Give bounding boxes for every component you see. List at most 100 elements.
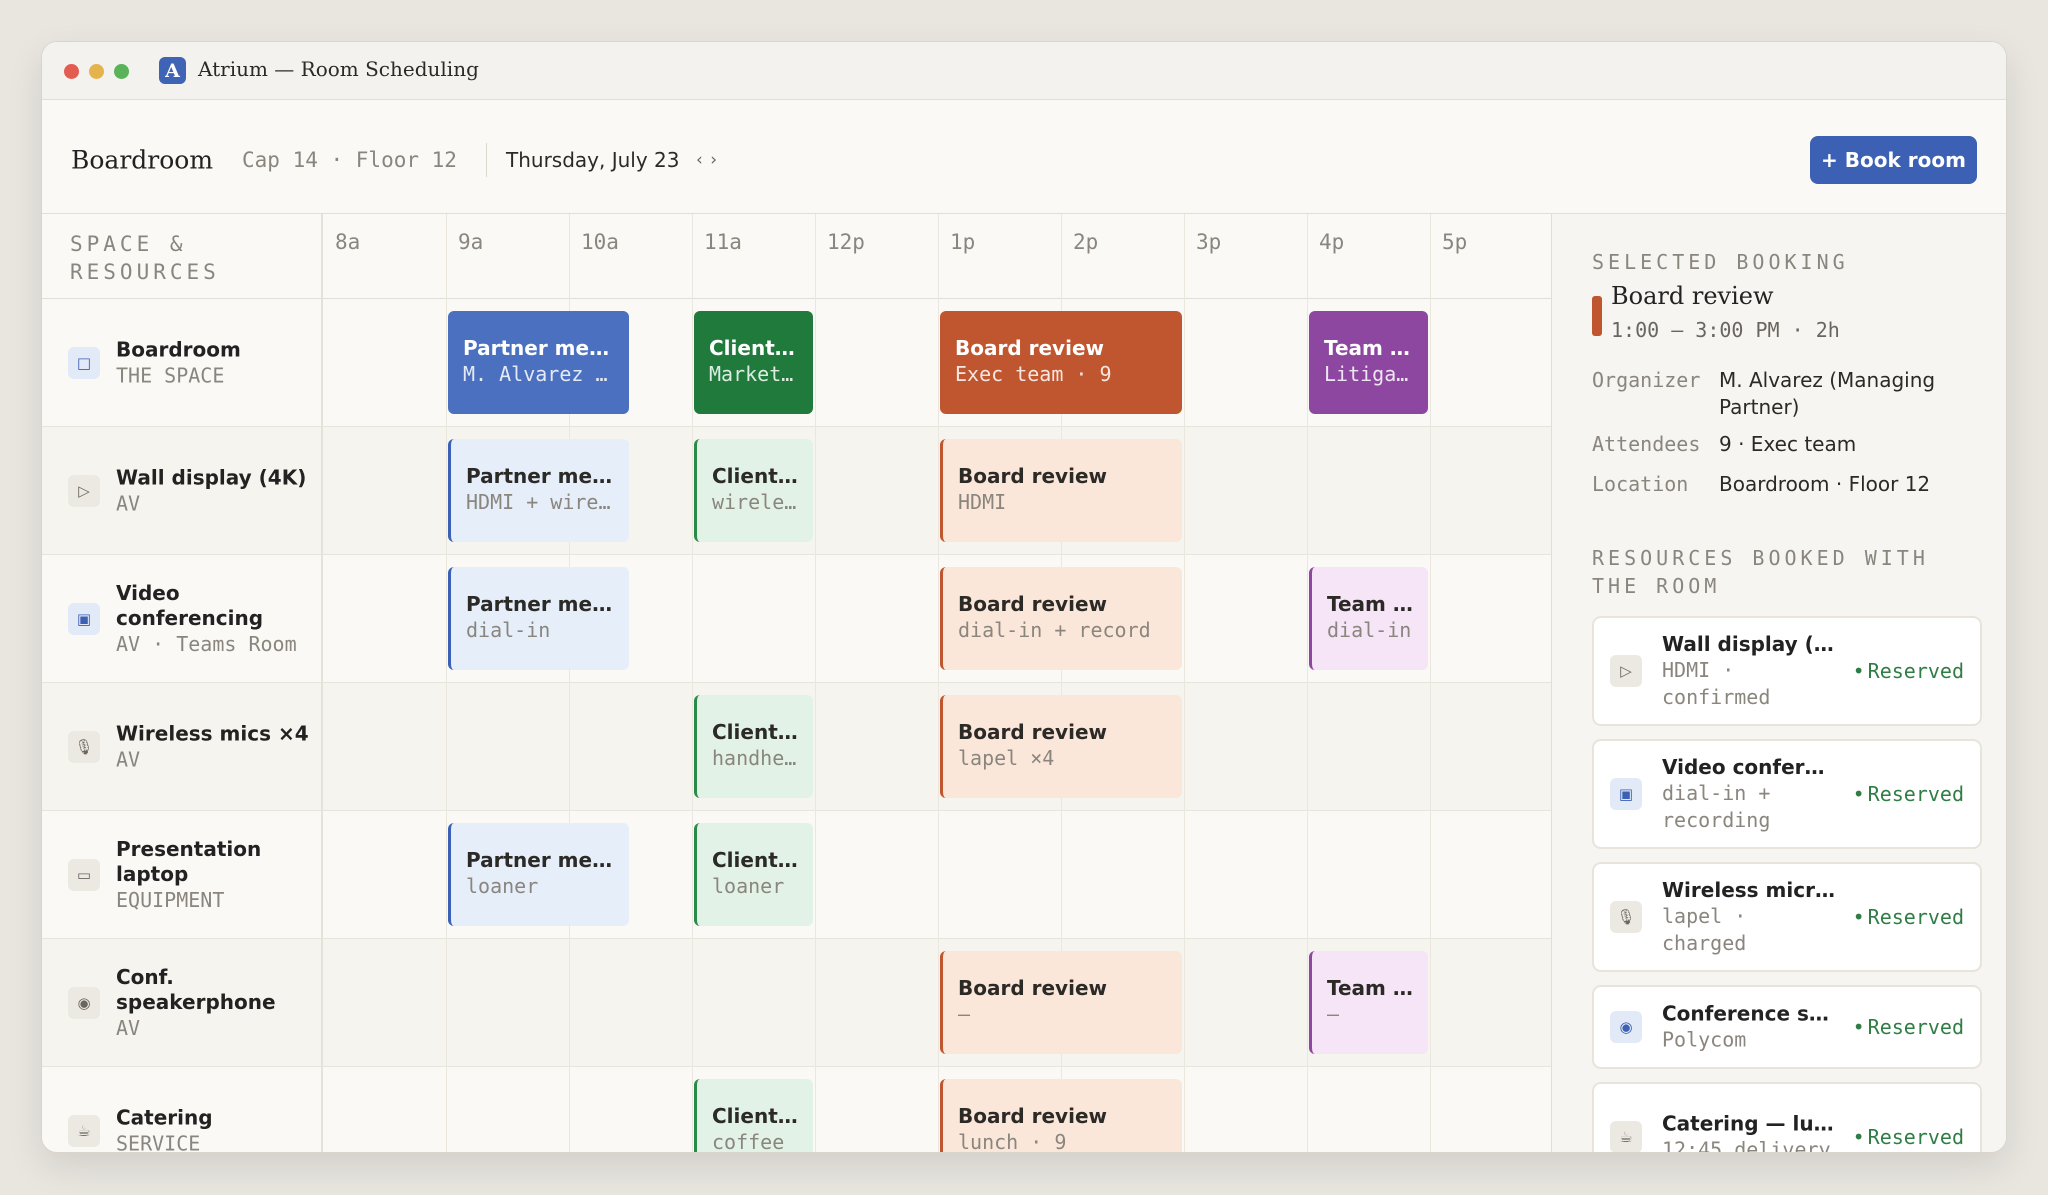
resource-label[interactable]: Catering SERVICE [116,1105,311,1153]
booking-block[interactable]: Board review lapel ×4 [940,695,1182,798]
resource-label[interactable]: Video conferencing AV · Teams Room [116,581,311,657]
booking-title: Client pitch [712,848,799,872]
booking-subtitle: handheld [712,746,799,770]
hour-label: 5p [1442,230,1468,254]
resource-card-text: Wall display (4K) HDMI · confirmed [1662,631,1837,711]
resource-card-text: Video conferencingdial-in + recording [1662,754,1837,834]
booking-title: Client pitch [712,1104,799,1128]
app-window: A Atrium — Room Scheduling Boardroom Cap… [41,41,2007,1153]
hour-gridline [1307,214,1308,1152]
resource-label[interactable]: Presentation laptop EQUIPMENT [116,837,311,913]
resources-column-header: SPACE & RESOURCES [70,232,220,284]
minimize-window-button[interactable] [89,64,104,79]
resource-category: AV [116,747,141,771]
booking-title: Team sync [1324,336,1414,360]
app-logo-icon: A [159,57,186,84]
status-badge: Reserved [1853,1015,1964,1039]
square-icon: □ [68,346,100,379]
detail-key: Organizer [1592,368,1701,392]
booking-block[interactable]: Board review — [940,951,1182,1054]
microphone-icon: 🎙 [1610,901,1642,933]
hour-label: 12p [827,230,865,254]
hour-label: 3p [1196,230,1222,254]
selected-booking-heading: SELECTED BOOKING [1592,250,1849,274]
booking-block[interactable]: Team syncLitigation [1309,311,1428,414]
booking-subtitle: lapel ×4 [958,746,1055,770]
booking-subtitle: loaner [466,874,539,898]
resource-label[interactable]: Wireless mics ×4 AV [116,721,311,772]
resource-name: Presentation laptop [116,836,262,886]
status-badge: Reserved [1853,1125,1964,1149]
booking-title: Partner meeting [466,464,615,488]
booking-title: Team sync [1327,976,1414,1000]
booking-block[interactable]: Board review HDMI [940,439,1182,542]
booking-subtitle: Exec team · 9 [955,362,1112,386]
booking-subtitle: — [1327,1002,1340,1026]
date-nav-arrows-icon[interactable]: ‹ › [696,150,718,170]
resource-card[interactable]: ◉ Conference speakerphonePolycom Reserved [1592,985,1982,1069]
resource-card[interactable]: ▷ Wall display (4K)HDMI · confirmed Reserv… [1592,616,1982,726]
resource-name: Video conferencing [116,580,264,630]
hour-gridline [692,214,693,1152]
play-icon: ▷ [1610,655,1642,687]
resource-card-name: Catering — lunch [1662,1111,1837,1136]
hour-label: 9a [458,230,484,254]
resource-card-detail: lapel · charged [1662,904,1747,955]
resource-card-name: Wall display (4K) [1662,632,1837,656]
resource-card-detail: HDMI · confirmed [1662,658,1771,709]
coffee-icon: ☕ [68,1114,100,1147]
booking-title: Client pitch [712,720,799,744]
booking-block[interactable]: Client pitchMarketing [694,311,813,414]
video-icon: ▣ [68,602,100,635]
resource-card[interactable]: ▣ Video conferencingdial-in + recording Re… [1592,739,1982,849]
close-window-button[interactable] [64,64,79,79]
booking-block[interactable]: Client pitchcoffee [694,1079,813,1152]
date-label: Thursday, July 23 [506,148,680,172]
resource-card-text: Catering — lunch 12:45 delivery [1662,1111,1837,1153]
booking-block[interactable]: Board review lunch · 9 [940,1079,1182,1152]
resource-category: AV [116,1015,141,1040]
booking-block[interactable]: Team sync— [1309,951,1428,1054]
play-icon: ▷ [68,474,100,507]
booking-block[interactable]: Partner meetingHDMI + wireless [448,439,629,542]
booking-title: Partner meeting [466,848,615,872]
booking-title: Client pitch [712,464,799,488]
booking-block[interactable]: Team syncdial-in [1309,567,1428,670]
booking-block[interactable]: Client pitchloaner [694,823,813,926]
hour-label: 4p [1319,230,1345,254]
booking-title: Team sync [1327,592,1414,616]
detail-key: Attendees [1592,432,1701,456]
booking-block[interactable]: Partner meetingloaner [448,823,629,926]
booking-block[interactable]: Client pitchwireless [694,439,813,542]
room-header: Boardroom Cap 14 · Floor 12 Thursday, Ju… [42,100,2006,214]
hour-label: 2p [1073,230,1099,254]
booking-block[interactable]: Client pitchhandheld [694,695,813,798]
booking-subtitle: HDMI + wireless [466,490,615,514]
maximize-window-button[interactable] [114,64,129,79]
booking-block[interactable]: Board review dial-in + record [940,567,1182,670]
resource-card-detail: Polycom [1662,1027,1747,1052]
book-room-button[interactable]: + Book room [1810,136,1977,184]
resource-card[interactable]: 🎙 Wireless microphoneslapel · charged Rese… [1592,862,1982,972]
schedule-grid: SPACE & RESOURCES □ Boardroom THE SPACE ▷ Wa… [42,214,1551,1153]
booking-block[interactable]: Board review Exec team · 9 [940,311,1182,414]
room-name: Boardroom [71,145,214,175]
resource-category: SERVICE [116,1131,201,1153]
hour-gridline [1184,214,1185,1152]
speaker-icon: ◉ [1610,1011,1642,1043]
detail-key: Location [1592,472,1689,496]
resource-label[interactable]: Conf. speakerphone AV [116,965,311,1041]
resource-label[interactable]: Boardroom THE SPACE [116,337,311,388]
hour-gridline [815,214,816,1152]
booking-block[interactable]: Partner meetingM. Alvarez (Managing Part… [448,311,629,414]
booking-subtitle: Marketing [709,362,799,386]
hour-label: 1p [950,230,976,254]
booking-block[interactable]: Partner meetingdial-in [448,567,629,670]
booking-detail-panel: SELECTED BOOKING Board review 1:00 – 3:0… [1551,214,2006,1153]
resource-card[interactable]: ☕ Catering — lunch12:45 delivery Reserved [1592,1082,1982,1153]
resource-label[interactable]: Wall display (4K) AV [116,465,311,516]
video-icon: ▣ [1610,778,1642,810]
booking-subtitle: wireless [712,490,799,514]
hour-gridline [446,214,447,1152]
hour-label: 10a [581,230,619,254]
